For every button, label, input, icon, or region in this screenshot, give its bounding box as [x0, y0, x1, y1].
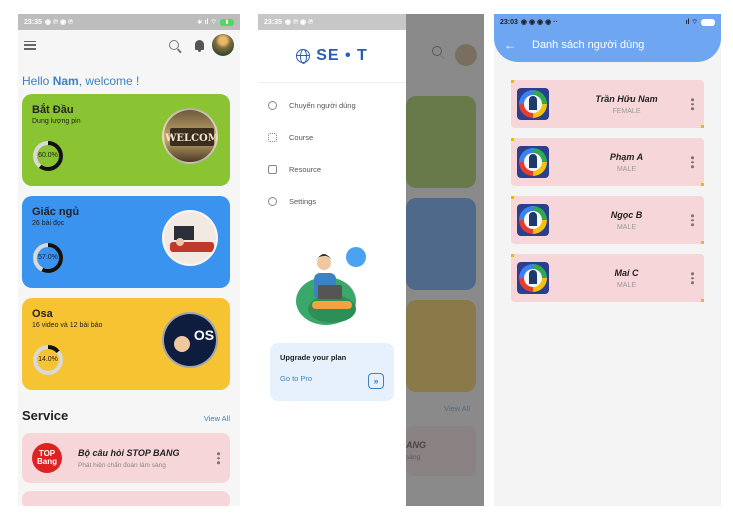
chevron-double-right-icon[interactable]: »	[368, 373, 384, 389]
card-giac-ngu[interactable]: Giấc ngủ 26 bài đọc 57.0%	[22, 196, 230, 288]
menu-item-label: Settings	[289, 196, 317, 206]
notification-icons: ◉ ℗ ◉ ℗	[44, 19, 74, 26]
avatar[interactable]	[212, 34, 234, 56]
user-gender: MALE	[616, 165, 637, 173]
view-all-link: View All	[444, 404, 471, 413]
navigation-drawer: 23:35 ◉ ℗ ◉ ℗ SE • T Chuyển người dùng Co…	[258, 14, 406, 506]
screenshot-canvas: 23:35 ◉ ℗ ◉ ℗ ∗ ıl ⌔ ▮ Hello Nam, welcome …	[0, 0, 733, 519]
menu-item-label: Course	[289, 132, 314, 142]
stop-bang-logo: TOP Bang	[32, 443, 62, 473]
user-list-item[interactable]: Phạm A MALE	[511, 138, 704, 186]
status-bar: 23:03 ◉ ◉ ◉ ◉ ·· ıl ⌔	[494, 14, 721, 30]
user-name: Phạm A	[609, 151, 644, 162]
brand-name: SE • T	[316, 47, 368, 64]
user-list-screen: 23:03 ◉ ◉ ◉ ◉ ·· ıl ⌔ ← Danh sách người d…	[494, 14, 721, 506]
home-screen: 23:35 ◉ ℗ ◉ ℗ ∗ ıl ⌔ ▮ Hello Nam, welcome …	[18, 14, 240, 506]
more-vert-icon[interactable]	[217, 452, 220, 464]
card-bat-dau[interactable]: Bắt Đầu Dung lượng pin 60.0% WELCOM	[22, 94, 230, 186]
service-item-peek: ANG sàng	[406, 426, 476, 476]
user-gender: MALE	[616, 281, 637, 289]
menu-item-resource[interactable]: Resource	[258, 153, 406, 185]
menu-item-course[interactable]: Course	[258, 121, 406, 153]
view-all-link[interactable]: View All	[204, 414, 230, 423]
osa-image-text: OS	[194, 327, 214, 343]
greeting: Hello Nam, welcome !	[18, 60, 240, 94]
menu-item-label: Resource	[289, 164, 322, 174]
progress-percent: 57.0%	[38, 254, 58, 261]
user-avatar	[517, 146, 549, 178]
user-list-item[interactable]: Trần Hữu Nam FEMALE	[511, 80, 704, 128]
welcome-image-text: WELCOM	[164, 133, 218, 144]
upgrade-card: Upgrade your plan Go to Pro »	[270, 343, 394, 401]
progress-percent: 60.0%	[38, 152, 58, 159]
progress-ring: 14.0%	[32, 344, 64, 376]
user-avatar	[517, 204, 549, 236]
notification-icons: ◉ ◉ ◉ ◉ ··	[520, 19, 558, 26]
notification-icons: ◉ ℗ ◉ ℗	[284, 19, 314, 26]
drawer-screen: View All ANG sàng 23:35 ◉ ℗ ◉ ℗ SE • T Ch…	[258, 14, 484, 506]
brand-logo: SE • T	[258, 30, 406, 82]
signal-icon: ıl ⌔	[685, 18, 698, 26]
more-vert-icon[interactable]	[691, 214, 694, 226]
status-bar: 23:35 ◉ ℗ ◉ ℗	[258, 14, 406, 30]
card-osa[interactable]: Osa 16 video và 12 bài báo 14.0% OS	[22, 298, 230, 390]
card-yellow-peek	[406, 300, 476, 392]
menu-item-settings[interactable]: Settings	[258, 185, 406, 217]
globe-icon	[296, 49, 311, 64]
battery-icon: ▮	[220, 18, 234, 26]
greeting-suffix: , welcome !	[78, 74, 140, 88]
user-name: Ngọc B	[610, 209, 643, 220]
service-header: Service View All	[18, 400, 240, 429]
top-app-bar	[18, 30, 240, 60]
status-time: 23:35	[24, 18, 42, 26]
menu-icon[interactable]	[24, 40, 36, 50]
woman-laptop-illustration	[258, 229, 406, 329]
service-item-title: Bộ câu hỏi STOP BANG	[78, 447, 180, 458]
service-item-subtitle: Phát hiện chẩn đoán lâm sàng	[78, 461, 166, 469]
greeting-name: Nam	[52, 74, 79, 88]
upgrade-title: Upgrade your plan	[280, 353, 347, 362]
user-name: Mai C	[614, 267, 639, 278]
progress-percent: 14.0%	[38, 356, 58, 363]
status-bar: 23:35 ◉ ℗ ◉ ℗ ∗ ıl ⌔ ▮	[18, 14, 240, 30]
user-list-item[interactable]: Mai C MALE	[511, 254, 704, 302]
status-time: 23:35	[264, 18, 282, 26]
avatar	[455, 44, 477, 66]
status-time: 23:03	[500, 18, 518, 26]
card-blue-peek	[406, 198, 476, 290]
more-vert-icon[interactable]	[691, 272, 694, 284]
user-list-item[interactable]: Ngọc B MALE	[511, 196, 704, 244]
greeting-prefix: Hello	[22, 74, 53, 88]
grid-icon	[268, 132, 277, 142]
welcome-image: WELCOM	[162, 108, 218, 164]
bell-icon[interactable]	[195, 40, 204, 52]
user-icon	[268, 100, 277, 110]
user-name: Trần Hữu Nam	[595, 93, 658, 104]
back-arrow-icon[interactable]: ←	[504, 38, 516, 52]
user-avatar	[517, 262, 549, 294]
more-vert-icon[interactable]	[691, 156, 694, 168]
service-title: Service	[22, 408, 69, 423]
sleep-image	[162, 210, 218, 266]
folder-icon	[268, 164, 277, 174]
menu-item-label: Chuyển người dùng	[289, 100, 356, 110]
page-title: Danh sách người dùng	[532, 39, 645, 51]
service-item[interactable]: TOP Bang Bộ câu hỏi STOP BANG Phát hiện …	[22, 433, 230, 483]
service-item[interactable]	[22, 491, 230, 506]
more-vert-icon[interactable]	[691, 98, 694, 110]
user-avatar	[517, 88, 549, 120]
osa-image: OS	[162, 312, 218, 368]
signal-icon: ∗ ıl ⌔	[196, 18, 217, 26]
menu-item-switch-user[interactable]: Chuyển người dùng	[258, 89, 406, 121]
progress-ring: 60.0%	[32, 140, 64, 172]
battery-icon	[701, 18, 715, 26]
card-green-peek	[406, 96, 476, 188]
progress-ring: 57.0%	[32, 242, 64, 274]
app-header: 23:03 ◉ ◉ ◉ ◉ ·· ıl ⌔ ← Danh sách người d…	[494, 14, 721, 62]
user-gender: MALE	[616, 223, 637, 231]
gear-icon	[268, 196, 277, 206]
user-gender: FEMALE	[612, 107, 641, 115]
search-icon[interactable]	[169, 40, 179, 50]
